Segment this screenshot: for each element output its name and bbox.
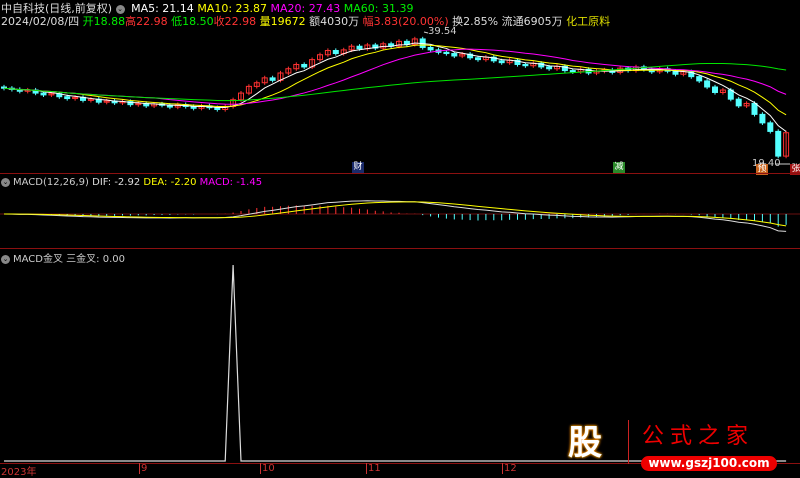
macd-value: MACD: -1.45	[199, 177, 263, 188]
axis-label: 10	[260, 463, 275, 474]
candle-body	[546, 66, 553, 70]
candle-body	[64, 96, 71, 100]
badge-reduce[interactable]: 减	[613, 162, 625, 173]
high-label: 39.54	[428, 26, 457, 37]
logo-name: 公式之家	[642, 424, 755, 449]
axis-label: 12	[502, 463, 517, 474]
logo-url: www.gszj100.com	[641, 456, 777, 471]
badge-finance[interactable]: 财	[352, 162, 364, 173]
candle-body	[767, 122, 774, 132]
panel-divider	[0, 248, 800, 249]
dropdown-icon[interactable]: ⌄	[1, 177, 10, 187]
candle-body	[759, 113, 766, 124]
ma5-line	[3, 42, 787, 132]
candle-body	[704, 80, 711, 88]
candle-body	[475, 57, 481, 61]
candle-body	[40, 92, 47, 96]
macd-title-row: ⌄ MACD(12,26,9) DIF: -2.92 DEA: -2.20 MAC…	[1, 177, 262, 188]
dif-value: DIF: -2.92	[92, 177, 141, 188]
chart-canvas[interactable]	[0, 0, 800, 476]
dea-value: DEA: -2.20	[143, 177, 197, 188]
dropdown-icon[interactable]: ⌄	[1, 254, 10, 264]
candle-body	[451, 53, 458, 57]
logo-icon: 股	[568, 423, 602, 463]
macd-title[interactable]: MACD(12,26,9)	[13, 177, 89, 188]
candle-body	[356, 45, 363, 50]
candle-body	[735, 98, 742, 107]
axis-label: 9	[139, 463, 148, 474]
candle-body	[775, 130, 782, 157]
cross-title[interactable]: MACD金叉	[13, 254, 63, 265]
candle-body	[498, 60, 505, 64]
candle-body	[712, 86, 718, 93]
candle-body	[751, 102, 758, 115]
ma10-line	[3, 44, 787, 116]
candle-body	[443, 51, 450, 55]
panel-divider	[0, 173, 800, 174]
logo-divider	[628, 420, 629, 464]
candle-body	[427, 46, 434, 51]
candle-body	[569, 70, 576, 73]
candle-body	[522, 63, 529, 67]
cross-value: 三金叉: 0.00	[66, 254, 125, 265]
candle-body	[269, 77, 276, 81]
candle-body	[332, 49, 339, 55]
axis-label: 11	[366, 463, 381, 474]
candle-body	[696, 76, 703, 82]
cross-title-row: ⌄ MACD金叉 三金叉: 0.00	[1, 250, 125, 265]
candle-body	[301, 63, 308, 68]
